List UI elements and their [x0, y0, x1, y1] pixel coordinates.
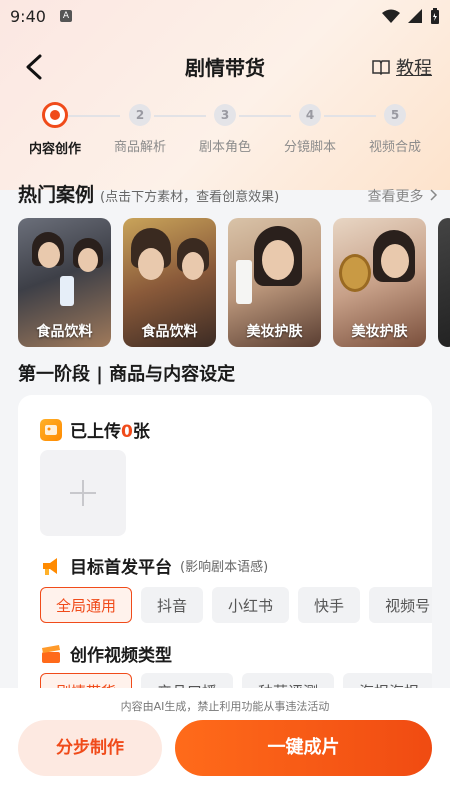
hot-cases-title: 热门案例	[18, 184, 95, 206]
video-type-title: 创作视频类型	[70, 646, 172, 666]
thumbnail-product	[60, 276, 74, 306]
back-arrow-icon[interactable]	[20, 52, 50, 82]
thumbnail-figure	[78, 248, 98, 272]
settings-card: 已上传0张 目标首发平台 (影响剧本语感) 全局通用 抖音 小红书 快手 视频号…	[18, 395, 432, 715]
thumbnail-figure	[138, 248, 164, 280]
clapperboard-icon	[40, 643, 62, 665]
add-image-button[interactable]	[40, 450, 126, 536]
step-number: 5	[384, 104, 406, 126]
thumbnail-mirror	[339, 254, 371, 292]
wifi-icon	[382, 9, 400, 23]
battery-icon	[431, 8, 439, 24]
step-content-creation: 内容创作	[10, 102, 100, 157]
megaphone-icon	[40, 555, 62, 577]
step-label: 剧本角色	[198, 140, 251, 155]
stage-title: 第一阶段 | 商品与内容设定	[18, 364, 236, 385]
step-video-synthesis: 5 视频合成	[350, 104, 440, 155]
platform-option-douyin[interactable]: 抖音	[141, 587, 204, 623]
thumbnail-figure	[182, 252, 204, 280]
thumbnail-figure	[38, 242, 60, 268]
view-more-label: 查看更多	[367, 189, 424, 205]
case-label: 食品饮料	[36, 324, 93, 340]
image-upload-icon	[40, 418, 62, 441]
chevron-right-icon	[430, 189, 438, 201]
case-card-partial[interactable]	[438, 218, 450, 347]
hot-cases-header: 热门案例 (点击下方素材，查看创意效果) 查看更多	[18, 180, 438, 206]
case-card[interactable]: 美妆护肤	[333, 218, 426, 347]
uploaded-row: 已上传0张	[40, 417, 150, 442]
uploaded-count-text: 已上传0张	[70, 417, 150, 442]
step-label: 内容创作	[28, 142, 81, 157]
step-label: 商品解析	[113, 140, 166, 155]
video-type-row: 创作视频类型	[40, 641, 172, 666]
platform-hint: (影响剧本语感)	[180, 560, 269, 575]
step-active-dot	[42, 102, 68, 128]
notification-a-icon: A	[59, 10, 72, 22]
ai-notice: 内容由AI生成，禁止利用功能从事违法活动	[120, 700, 330, 713]
step-storyboard: 4 分镜脚本	[265, 104, 355, 155]
platform-option-shipinhao[interactable]: 视频号	[369, 587, 432, 623]
step-number: 3	[214, 104, 236, 126]
step-label: 视频合成	[368, 140, 421, 155]
uploaded-prefix: 已上传	[70, 422, 121, 442]
case-label: 美妆护肤	[351, 324, 408, 340]
platform-option-kuaishou[interactable]: 快手	[298, 587, 361, 623]
top-nav: 剧情带货 教程	[0, 40, 450, 92]
step-by-step-button[interactable]: 分步制作	[18, 720, 162, 776]
signal-icon	[408, 9, 422, 23]
step-number: 4	[299, 104, 321, 126]
platform-option-xiaohongshu[interactable]: 小红书	[212, 587, 290, 623]
tutorial-link[interactable]: 教程	[372, 54, 432, 80]
platform-option-universal[interactable]: 全局通用	[40, 587, 133, 623]
case-label: 美妆护肤	[246, 324, 303, 340]
case-card[interactable]: 食品饮料	[123, 218, 216, 347]
tutorial-label: 教程	[396, 58, 432, 79]
uploaded-suffix: 张	[132, 422, 150, 442]
case-label: 食品饮料	[141, 324, 198, 340]
platform-title: 目标首发平台	[70, 558, 172, 578]
progress-steps: 内容创作 2 商品解析 3 剧本角色 4 分镜脚本 5 视频合成	[0, 102, 450, 164]
status-time: 9:40	[10, 6, 46, 26]
uploaded-count: 0	[121, 422, 133, 442]
book-icon	[372, 60, 390, 75]
status-bar: 9:40 A	[0, 0, 450, 32]
case-card[interactable]: 美妆护肤	[228, 218, 321, 347]
step-number: 2	[129, 104, 151, 126]
thumbnail-figure	[381, 244, 409, 278]
hot-cases-carousel[interactable]: 食品饮料 食品饮料 美妆护肤 美妆护肤	[18, 218, 450, 348]
one-click-generate-button[interactable]: 一键成片	[175, 720, 432, 776]
hot-cases-hint: (点击下方素材，查看创意效果)	[100, 190, 280, 205]
thumbnail-figure	[262, 240, 294, 280]
bottom-action-bar: 内容由AI生成，禁止利用功能从事违法活动 分步制作 一键成片	[0, 688, 450, 800]
view-more-link[interactable]: 查看更多	[368, 186, 438, 206]
step-product-analysis: 2 商品解析	[95, 104, 185, 155]
thumbnail-product	[236, 260, 252, 304]
platform-options: 全局通用 抖音 小红书 快手 视频号	[40, 587, 432, 623]
case-card[interactable]: 食品饮料	[18, 218, 111, 347]
step-label: 分镜脚本	[283, 140, 336, 155]
step-script-roles: 3 剧本角色	[180, 104, 270, 155]
platform-row: 目标首发平台 (影响剧本语感)	[40, 553, 268, 578]
